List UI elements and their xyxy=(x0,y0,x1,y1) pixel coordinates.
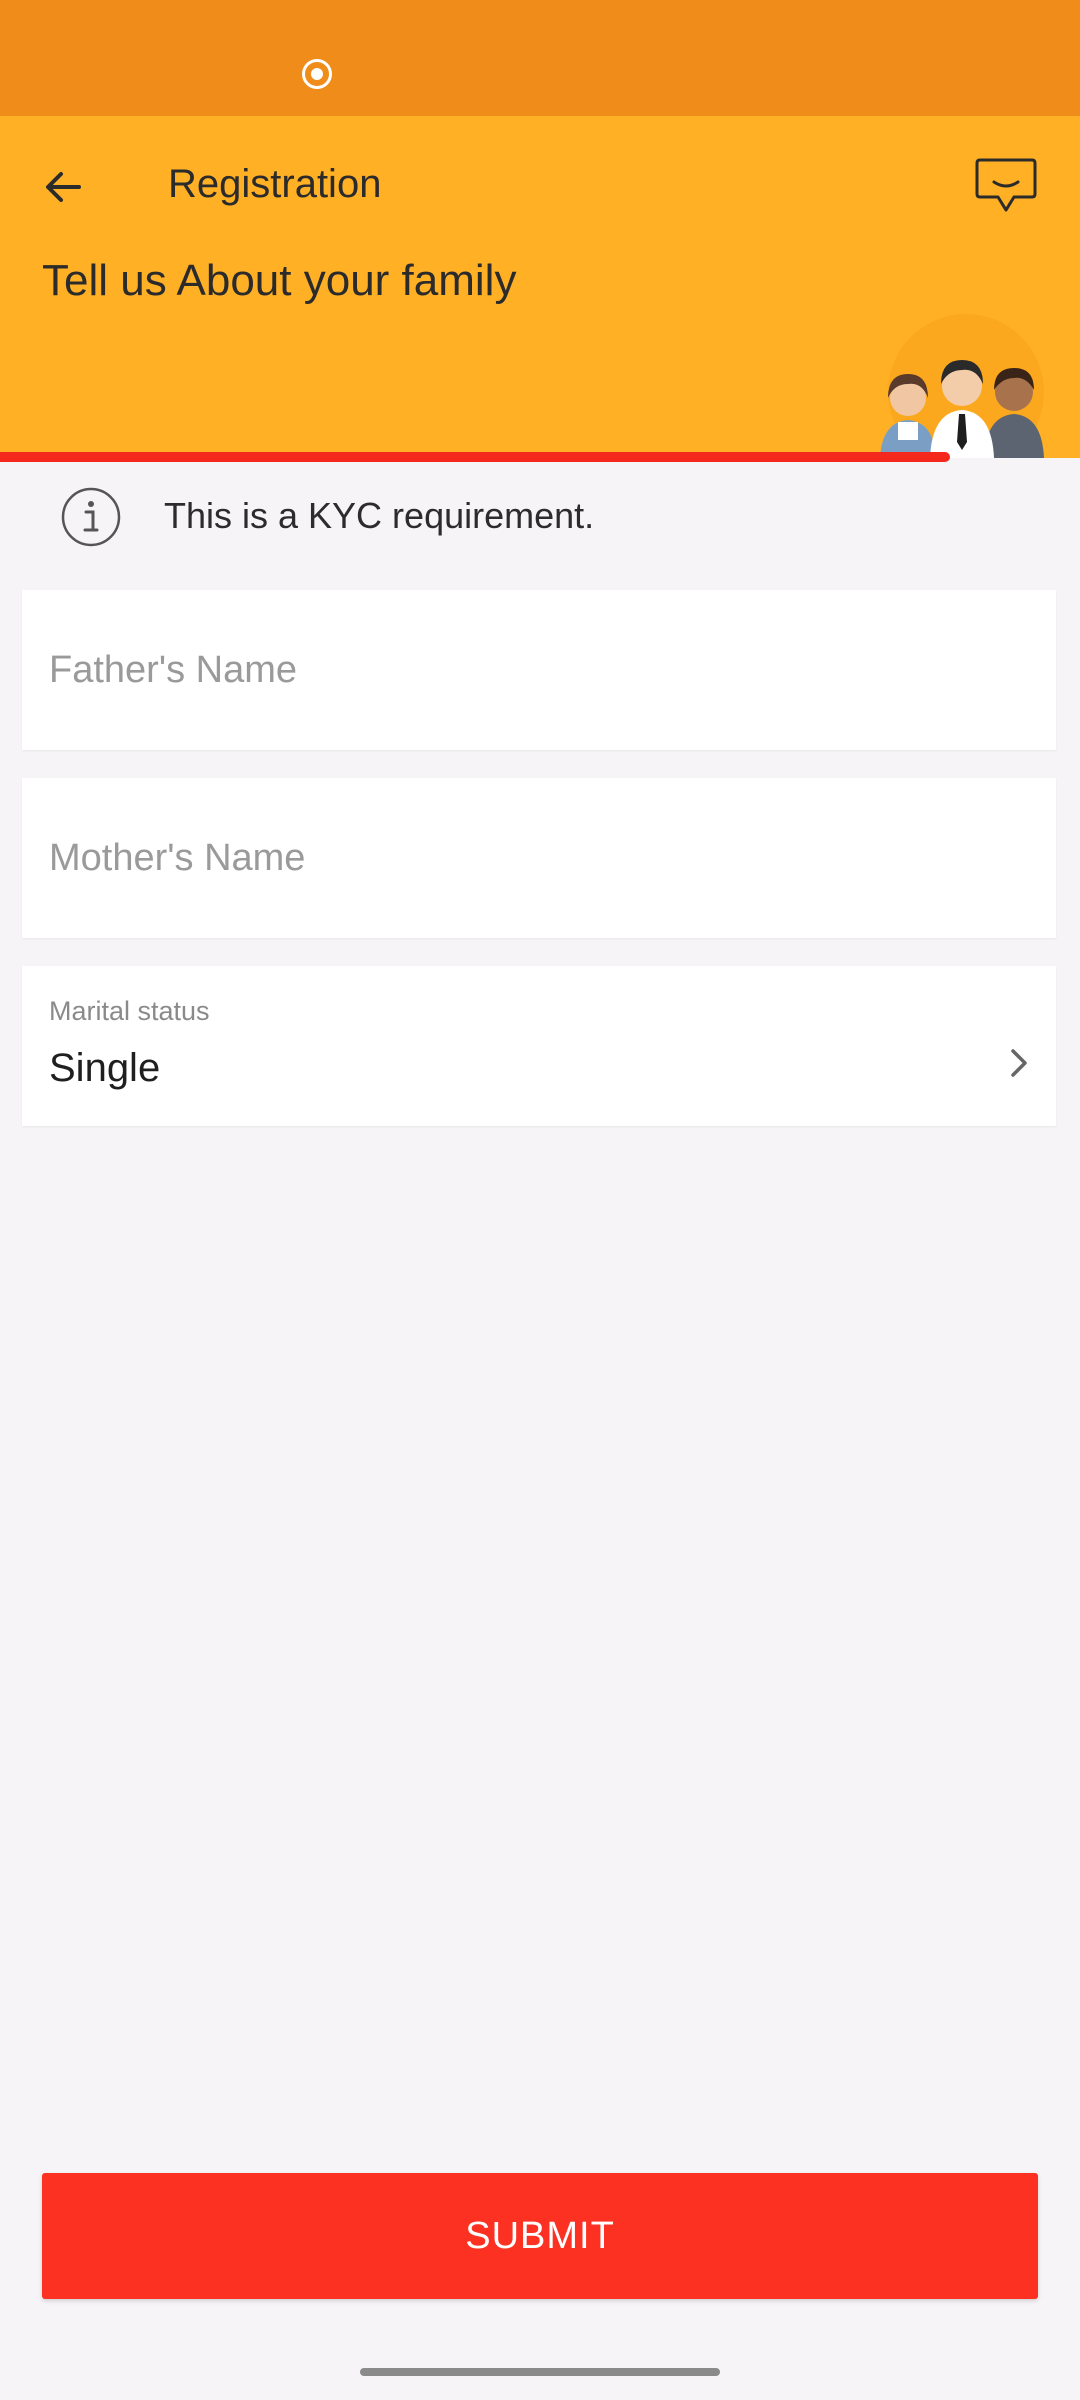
chat-button[interactable] xyxy=(970,150,1042,222)
app-header: Registration Tell us About your family xyxy=(0,116,1080,458)
family-illustration xyxy=(880,314,1044,458)
kyc-notice: This is a KYC requirement. xyxy=(0,462,1080,572)
status-bar xyxy=(0,0,1080,116)
progress-bar-fill xyxy=(0,452,951,462)
page-heading: Tell us About your family xyxy=(42,256,517,305)
info-icon xyxy=(61,487,121,547)
chat-bubble-icon xyxy=(975,158,1037,212)
back-button[interactable] xyxy=(28,152,98,222)
registration-progress-bar xyxy=(0,452,1080,462)
marital-status-value: Single xyxy=(49,1046,161,1090)
kyc-notice-text: This is a KYC requirement. xyxy=(164,495,595,536)
recording-indicator-icon xyxy=(302,59,332,89)
fathers-name-field[interactable] xyxy=(22,590,1056,750)
marital-status-label: Marital status xyxy=(49,996,210,1026)
mothers-name-input[interactable] xyxy=(22,778,1056,938)
marital-status-selector[interactable]: Marital status Single xyxy=(22,966,1056,1126)
mothers-name-field[interactable] xyxy=(22,778,1056,938)
submit-button[interactable]: SUBMIT xyxy=(42,2173,1038,2299)
chevron-right-icon xyxy=(1011,1049,1027,1077)
home-indicator[interactable] xyxy=(360,2368,720,2376)
fathers-name-input[interactable] xyxy=(22,590,1056,750)
arrow-left-icon xyxy=(46,172,81,202)
header-title: Registration xyxy=(168,162,382,206)
